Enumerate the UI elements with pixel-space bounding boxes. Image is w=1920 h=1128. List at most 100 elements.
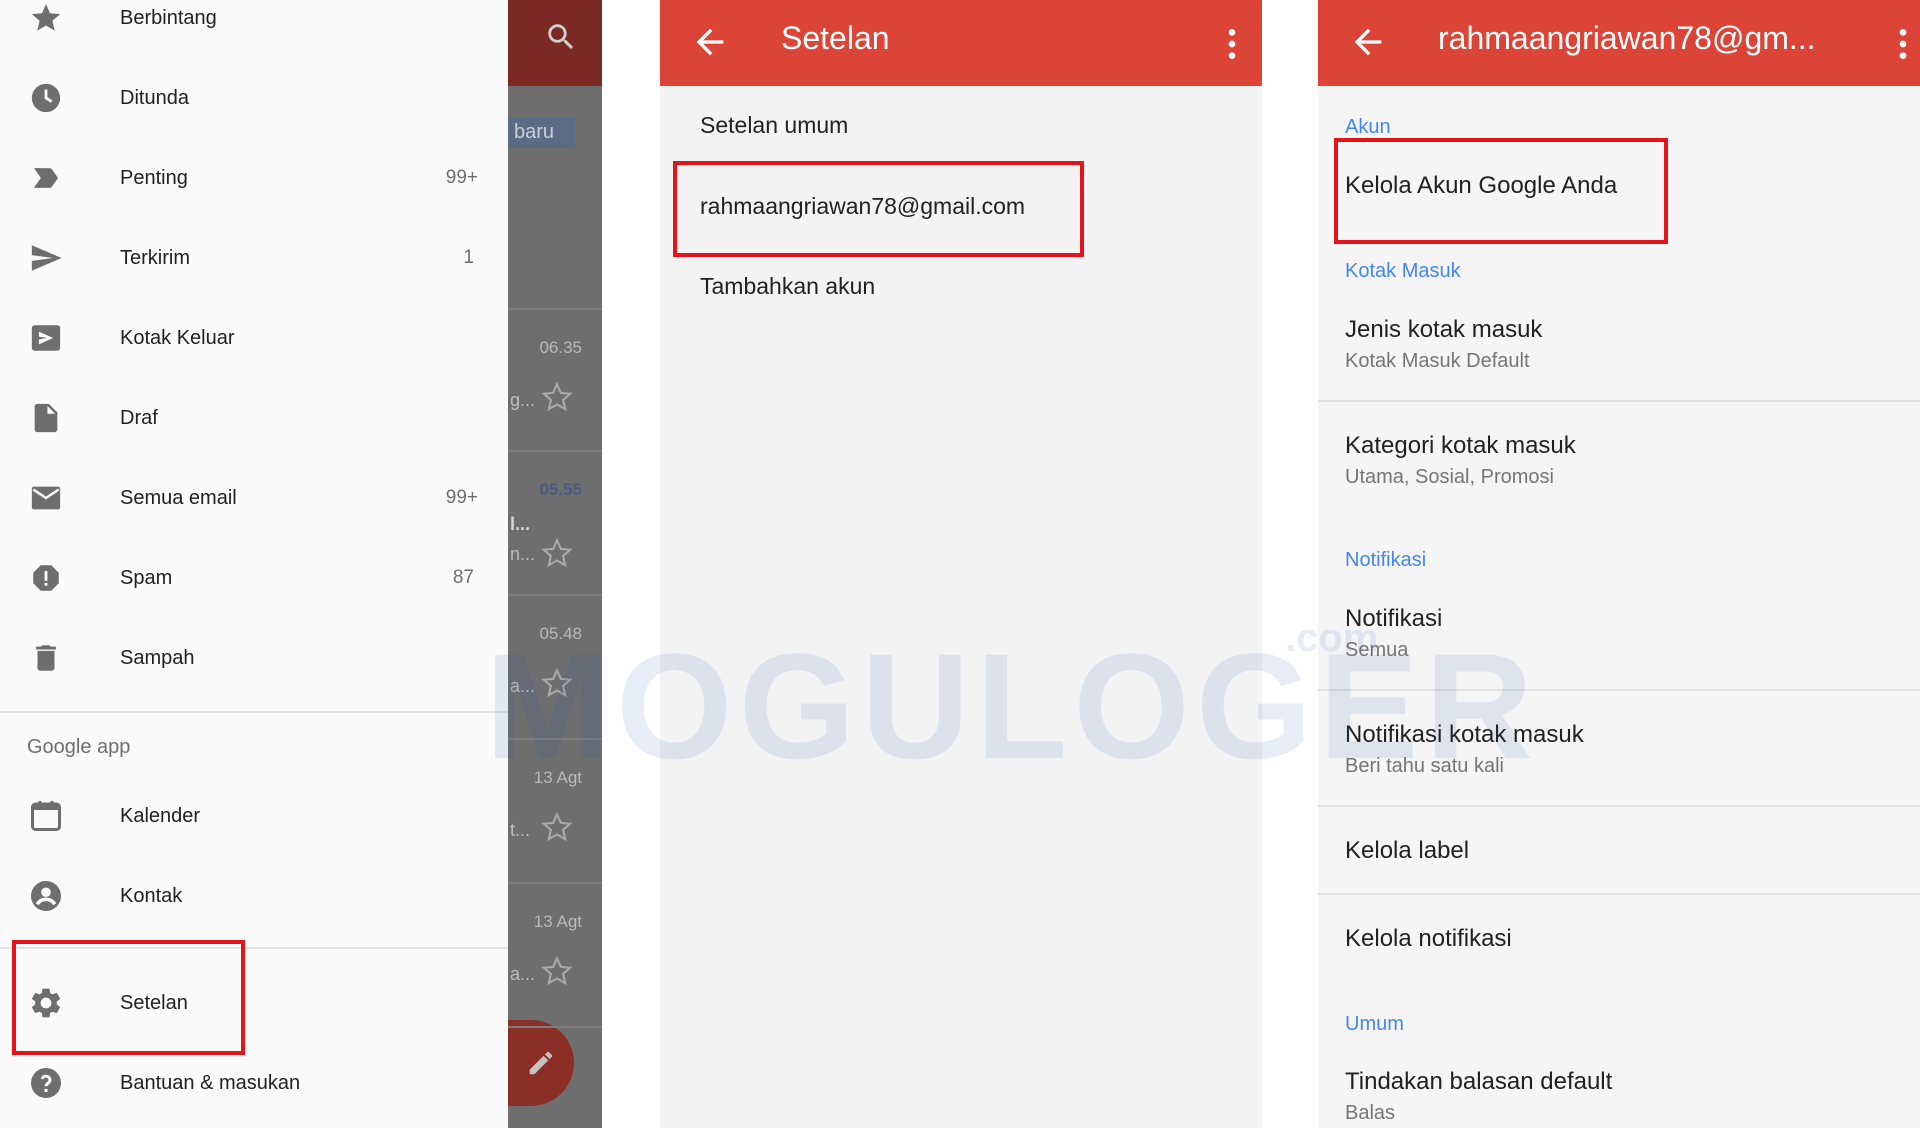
all-mail-icon <box>28 480 64 516</box>
drawer-item-label: Kotak Keluar <box>120 326 235 349</box>
drawer-item-kalender[interactable]: Kalender <box>0 776 508 856</box>
manage-labels-item[interactable]: Kelola label <box>1345 837 1469 865</box>
inbox-row-snippet: g... <box>510 390 536 410</box>
contact-icon <box>28 878 64 914</box>
inbox-row-time: 05.48 <box>539 624 582 643</box>
back-arrow-icon[interactable] <box>690 22 730 66</box>
highlight-box <box>12 940 245 1055</box>
section-header-kotak-masuk: Kotak Masuk <box>1345 260 1461 282</box>
drawer-item-label: Draf <box>120 406 158 429</box>
star-icon[interactable] <box>540 536 574 574</box>
gmail-drawer-panel: baru 06.35 g... 05.55 l... n... 05.48 a.… <box>0 0 602 1128</box>
appbar-title: Setelan <box>781 20 890 56</box>
search-icon[interactable] <box>544 20 578 58</box>
more-vert-icon[interactable] <box>1883 24 1920 68</box>
navigation-drawer: Berbintang Ditunda Penting 99+ Terkirim … <box>0 0 508 1128</box>
inbox-row-time: 06.35 <box>539 338 582 357</box>
drawer-item-semua-email[interactable]: Semua email 99+ <box>0 458 508 538</box>
inbox-row[interactable]: 06.35 g... <box>508 308 602 450</box>
calendar-icon <box>28 798 64 834</box>
drawer-item-kotak-keluar[interactable]: Kotak Keluar <box>0 298 508 378</box>
settings-screen: Setelan Setelan umum rahmaangriawan78@gm… <box>660 0 1262 1128</box>
inbox-row-sender: l... <box>510 514 531 534</box>
drawer-item-terkirim[interactable]: Terkirim 1 <box>0 218 508 298</box>
drawer-item-berbintang[interactable]: Berbintang <box>0 0 508 58</box>
drawer-item-kontak[interactable]: Kontak <box>0 856 508 936</box>
list-divider <box>1318 805 1920 807</box>
account-settings-screen: rahmaangriawan78@gm... Akun Kelola Akun … <box>1318 0 1920 1128</box>
highlight-box <box>1334 138 1668 244</box>
trash-icon <box>28 640 64 676</box>
inbox-row[interactable]: 13 Agt a... <box>508 882 602 1024</box>
drawer-item-label: Terkirim <box>120 246 190 269</box>
compose-button[interactable] <box>508 1020 574 1106</box>
account-appbar: rahmaangriawan78@gm... <box>1318 0 1920 86</box>
drawer-item-spam[interactable]: Spam 87 <box>0 538 508 618</box>
spam-icon <box>28 560 64 596</box>
star-icon[interactable] <box>540 666 574 704</box>
drawer-item-label: Bantuan & masukan <box>120 1071 301 1094</box>
section-header-notifikasi: Notifikasi <box>1345 549 1427 571</box>
drawer-item-label: Berbintang <box>120 6 217 29</box>
back-arrow-icon[interactable] <box>1348 22 1388 66</box>
help-icon <box>28 1065 64 1101</box>
drawer-item-label: Kontak <box>120 884 183 907</box>
inbox-row-time: 05.55 <box>539 480 582 499</box>
section-header-akun: Akun <box>1345 116 1391 138</box>
setting-title: Tindakan balasan default <box>1345 1068 1613 1095</box>
list-divider <box>1318 689 1920 691</box>
setting-subtitle: Semua <box>1345 639 1409 661</box>
settings-appbar: Setelan <box>660 0 1262 86</box>
inbox-row[interactable]: 13 Agt t... <box>508 738 602 880</box>
general-settings-item[interactable]: Setelan umum <box>700 112 848 139</box>
drawer-item-count: 99+ <box>445 167 478 188</box>
drawer-item-penting[interactable]: Penting 99+ <box>0 138 508 218</box>
inbox-row-snippet: a... <box>510 964 536 984</box>
star-icon[interactable] <box>540 954 574 992</box>
list-divider <box>1318 400 1920 402</box>
appbar-title: rahmaangriawan78@gm... <box>1438 20 1816 56</box>
pencil-icon <box>526 1048 556 1082</box>
setting-subtitle: Beri tahu satu kali <box>1345 755 1504 777</box>
manage-notifications-item[interactable]: Kelola notifikasi <box>1345 925 1512 953</box>
inbox-row-time: 13 Agt <box>533 912 582 931</box>
inbox-row[interactable]: 05.55 l... n... <box>508 450 602 592</box>
setting-subtitle: Balas <box>1345 1102 1396 1124</box>
setting-subtitle: Kotak Masuk Default <box>1345 350 1530 372</box>
drawer-item-bantuan[interactable]: Bantuan & masukan <box>0 1043 508 1123</box>
inbox-appbar <box>508 0 602 86</box>
inbox-row-divider <box>508 1026 602 1028</box>
drawer-item-count: 1 <box>463 247 474 268</box>
drawer-item-count: 99+ <box>445 487 478 508</box>
drawer-item-label: Semua email <box>120 486 237 509</box>
add-account-item[interactable]: Tambahkan akun <box>700 273 875 300</box>
star-icon[interactable] <box>540 810 574 848</box>
new-mail-badge[interactable]: baru <box>508 118 575 148</box>
setting-subtitle: Utama, Sosial, Promosi <box>1345 466 1554 488</box>
drawer-item-draf[interactable]: Draf <box>0 378 508 458</box>
setting-title: Notifikasi <box>1345 605 1443 632</box>
inbox-row-time: 13 Agt <box>533 768 582 787</box>
star-icon[interactable] <box>540 380 574 418</box>
drawer-item-sampah[interactable]: Sampah <box>0 618 508 698</box>
label-important-icon <box>28 160 64 196</box>
drawer-section-header: Google app <box>27 736 131 758</box>
drawer-item-count: 87 <box>452 567 474 588</box>
send-icon <box>28 240 64 276</box>
drawer-item-label: Penting <box>120 166 188 189</box>
drawer-item-label: Ditunda <box>120 86 189 109</box>
clock-icon <box>28 80 64 116</box>
inbox-behind-scrim: baru 06.35 g... 05.55 l... n... 05.48 a.… <box>508 0 602 1128</box>
star-icon <box>28 0 64 36</box>
inbox-row[interactable]: 05.48 a... <box>508 594 602 736</box>
setting-title: Notifikasi kotak masuk <box>1345 721 1584 748</box>
drawer-item-label: Kalender <box>120 804 201 827</box>
drawer-item-label: Spam <box>120 566 173 589</box>
drawer-item-ditunda[interactable]: Ditunda <box>0 58 508 138</box>
section-header-umum: Umum <box>1345 1013 1404 1035</box>
drawer-item-label: Sampah <box>120 646 195 669</box>
inbox-row-snippet: t... <box>510 820 531 840</box>
drawer-divider <box>0 711 508 713</box>
more-vert-icon[interactable] <box>1212 24 1252 68</box>
setting-title: Kategori kotak masuk <box>1345 432 1576 459</box>
